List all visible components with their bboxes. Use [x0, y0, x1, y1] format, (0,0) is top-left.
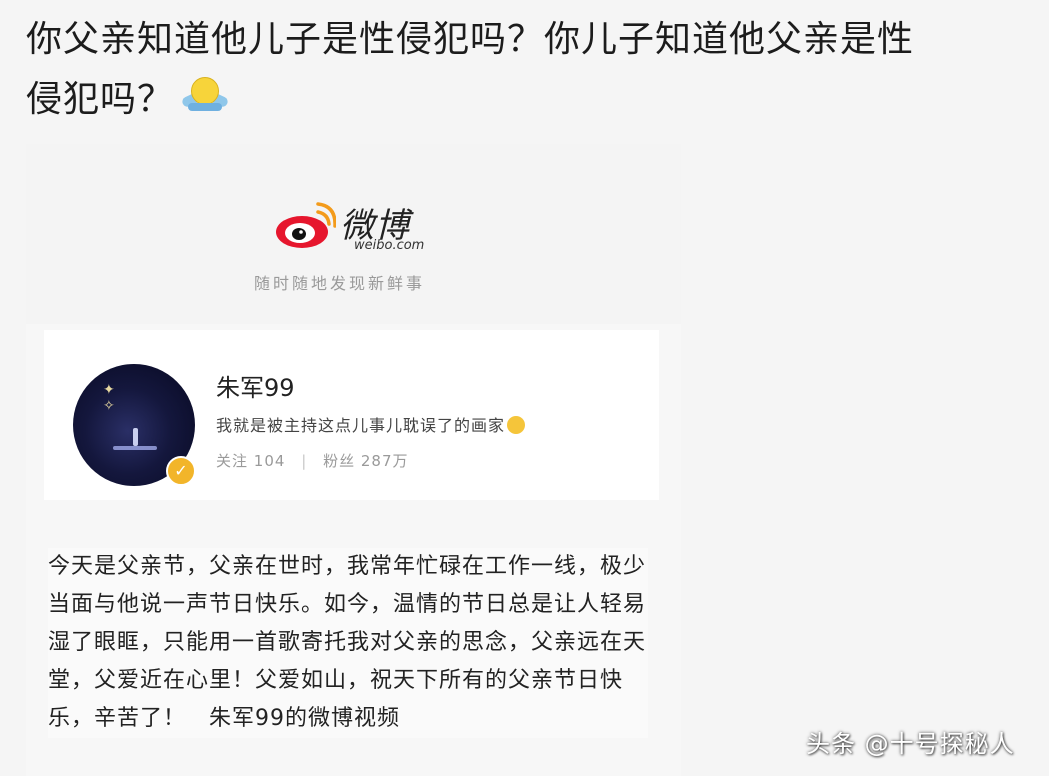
post-text: 你父亲知道他儿子是性侵犯吗？你儿子知道他父亲是性 侵犯吗？ [26, 10, 1016, 130]
profile-bio-text: 我就是被主持这点儿事儿耽误了的画家 [216, 416, 506, 435]
page: 你父亲知道他儿子是性侵犯吗？你儿子知道他父亲是性 侵犯吗？ 微博 weibo.c… [0, 0, 1049, 776]
embedded-weibo-screenshot: 微博 weibo.com 随时随地发现新鲜事 ✦ ✧ ✓ 朱军99 我就是被主持这… [26, 144, 681, 776]
tongue-face-emoji-icon [507, 416, 526, 434]
followers-label: 粉丝 [323, 452, 356, 470]
verified-badge-icon: ✓ [166, 456, 196, 486]
weibo-slogan: 随时随地发现新鲜事 [254, 274, 426, 293]
followers-count[interactable]: 287万 [361, 452, 409, 470]
stats-divider: | [301, 452, 308, 470]
watermark: 头条 @十号探秘人 [806, 730, 1015, 758]
weibo-header: 微博 weibo.com 随时随地发现新鲜事 [26, 144, 681, 324]
profile-bio: 我就是被主持这点儿事儿耽误了的画家 [216, 412, 526, 436]
post-text-line2: 侵犯吗？ [26, 79, 175, 120]
profile-stats: 关注 104 | 粉丝 287万 [216, 450, 409, 471]
weibo-post-body: 今天是父亲节，父亲在世时，我常年忙碌在工作一线，极少当面与他说一声节日快乐。如今… [48, 548, 648, 738]
following-count[interactable]: 104 [254, 452, 286, 470]
post-text-line1: 你父亲知道他儿子是性侵犯吗？你儿子知道他父亲是性 [26, 19, 915, 60]
weibo-eye-icon [276, 202, 336, 248]
following-label: 关注 [216, 452, 249, 470]
holding-face-emoji-icon [180, 77, 230, 117]
weibo-logo: 微博 weibo.com [274, 200, 444, 260]
profile-card[interactable]: ✦ ✧ ✓ 朱军99 我就是被主持这点儿事儿耽误了的画家 关注 104 | 粉丝 … [44, 330, 659, 500]
profile-username[interactable]: 朱军99 [216, 368, 295, 403]
weibo-logo-domain: weibo.com [354, 238, 425, 253]
